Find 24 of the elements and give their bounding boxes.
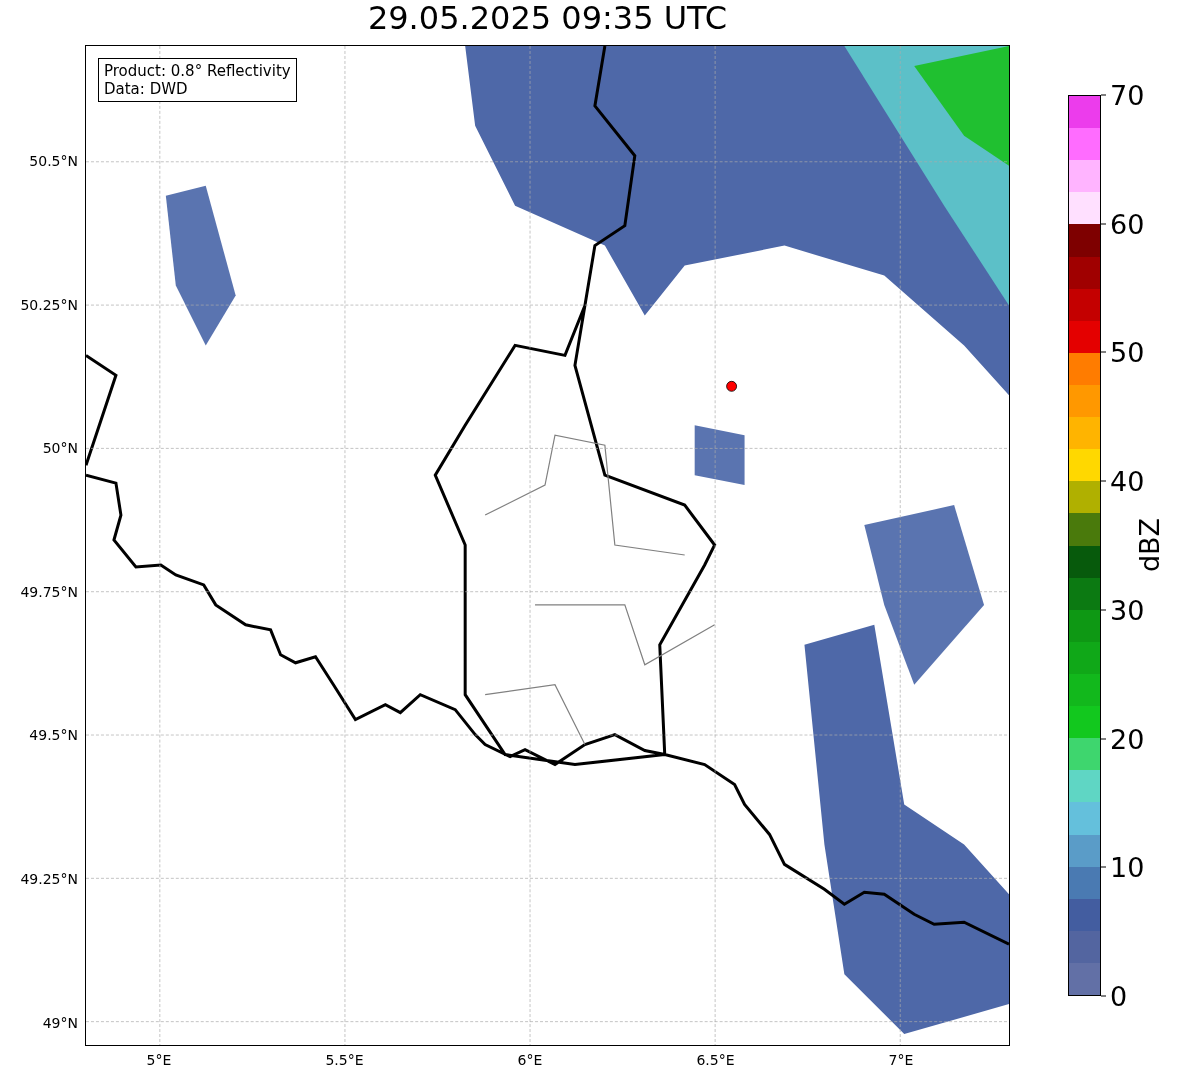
colorbar-tick-label: 40	[1110, 465, 1145, 497]
colorbar-label: dBZ	[1133, 517, 1165, 573]
y-axis-label: 50.25°N	[20, 296, 78, 313]
colorbar-tick-label: 0	[1110, 980, 1128, 1012]
y-axis-label: 49.75°N	[20, 583, 78, 600]
x-axis-label: 7°E	[888, 1052, 914, 1068]
x-axis-label: 6.5°E	[696, 1052, 735, 1068]
colorbar-tick-label: 20	[1110, 723, 1145, 755]
info-text: Data: DWD	[104, 80, 189, 98]
y-axis-label: 49.5°N	[29, 727, 78, 744]
x-axis-label: 5.5°E	[325, 1052, 364, 1068]
colorbar-tick-label: 50	[1110, 336, 1145, 368]
y-axis-label: 49.25°N	[20, 871, 78, 887]
info-text: Product: 0.8° Reflectivity	[104, 62, 291, 80]
chart-title: 29.05.2025 09:35 UTC	[366, 0, 729, 39]
y-axis-label: 49°N	[42, 1014, 78, 1031]
y-axis-label: 50.5°N	[29, 153, 78, 169]
x-axis-label: 5°E	[146, 1052, 172, 1068]
colorbar-tick-label: 70	[1110, 79, 1145, 111]
colorbar-tick-label: 30	[1110, 594, 1145, 626]
y-axis-label: 50°N	[42, 440, 78, 457]
colorbar-tick-label: 10	[1110, 851, 1145, 883]
x-axis-label: 6°E	[517, 1052, 543, 1068]
colorbar-tick-label: 60	[1110, 208, 1145, 240]
